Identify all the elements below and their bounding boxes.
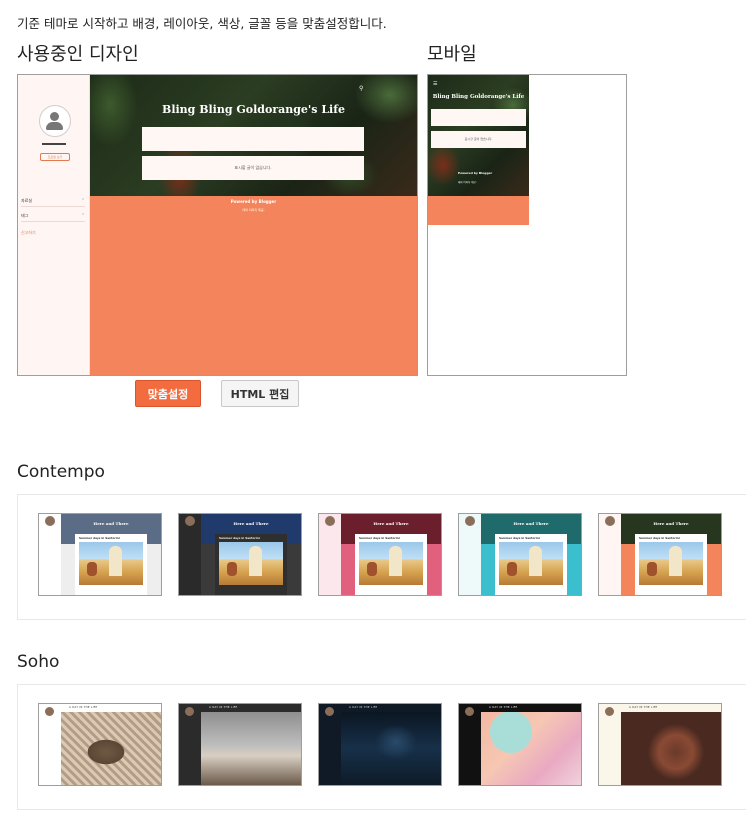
- thumb-blog-title: Here and There: [233, 521, 269, 526]
- sidebar-item-archive: 자료실 ˅: [21, 196, 85, 207]
- mobile-heading: 모바일: [427, 44, 477, 65]
- avatar: [465, 707, 474, 716]
- contempo-heading: Contempo: [17, 462, 105, 482]
- edit-html-button[interactable]: HTML 편집: [221, 380, 299, 407]
- thumb-sidebar: [319, 514, 341, 595]
- thumb-post-image: [201, 712, 301, 785]
- soho-theme-thumbnail[interactable]: A DAY IN THE LIFE: [38, 703, 162, 786]
- contempo-theme-thumbnail[interactable]: Here and There Summer days in Santorini: [318, 513, 442, 596]
- mobile-empty-post-message: 표시할 글이 없습니다.: [431, 131, 526, 148]
- thumb-blog-title: Here and There: [653, 521, 689, 526]
- chevron-down-icon: ˅: [82, 213, 84, 218]
- soho-theme-thumbnail[interactable]: A DAY IN THE LIFE: [458, 703, 582, 786]
- avatar: [45, 516, 55, 526]
- thumb-blog-title: Here and There: [93, 521, 129, 526]
- thumb-sidebar: [459, 514, 481, 595]
- thumb-post-image: [621, 712, 721, 785]
- thumb-post-image: [219, 542, 283, 585]
- avatar: [325, 707, 334, 716]
- thumb-post-image: [481, 712, 581, 785]
- contempo-theme-row: Here and There Summer days in Santorini He…: [17, 494, 746, 620]
- soho-theme-row: A DAY IN THE LIFE A DAY IN THE LIFE A DAY …: [17, 684, 746, 810]
- thumb-post-title: Summer days in Santorini: [639, 536, 680, 540]
- thumb-blog-name: A DAY IN THE LIFE: [629, 706, 658, 709]
- sidebar-item-label: 태그: [21, 213, 29, 218]
- thumb-sidebar: [599, 514, 621, 595]
- sidebar-item-label: 자료실: [21, 198, 33, 203]
- avatar: [45, 707, 54, 716]
- thumb-post-image: [359, 542, 423, 585]
- avatar: [185, 707, 194, 716]
- current-design-heading: 사용중인 디자인: [17, 44, 139, 65]
- thumb-post-title: Summer days in Santorini: [359, 536, 400, 540]
- soho-heading: Soho: [17, 652, 60, 672]
- contempo-theme-thumbnail[interactable]: Here and There Summer days in Santorini: [38, 513, 162, 596]
- contempo-theme-thumbnail[interactable]: Here and There Summer days in Santorini: [598, 513, 722, 596]
- profile-button: 프로필 보기: [40, 153, 70, 161]
- thumb-blog-name: A DAY IN THE LIFE: [489, 706, 518, 709]
- menu-icon: ☰: [433, 81, 438, 87]
- soho-theme-thumbnail[interactable]: A DAY IN THE LIFE: [178, 703, 302, 786]
- thumb-post-image: [499, 542, 563, 585]
- thumb-blog-name: A DAY IN THE LIFE: [69, 706, 98, 709]
- thumb-post-title: Summer days in Santorini: [219, 536, 260, 540]
- mobile-preview[interactable]: ☰ Bling Bling Goldorange's Life 표시할 글이 없…: [427, 74, 627, 376]
- avatar: [605, 707, 614, 716]
- customize-button[interactable]: 맞춤설정: [135, 380, 201, 407]
- avatar: [465, 516, 475, 526]
- thumb-post-image: [341, 712, 441, 785]
- thumb-blog-title: Here and There: [373, 521, 409, 526]
- footer-credit: 테마 이미지 제공:: [242, 208, 265, 212]
- thumb-sidebar: [179, 704, 201, 785]
- thumb-sidebar: [599, 704, 621, 785]
- desktop-preview[interactable]: 프로필 보기 자료실 ˅ 태그 ˅ 신고하기 Bling Bling Goldo…: [17, 74, 418, 376]
- preview-sidebar: 프로필 보기 자료실 ˅ 태그 ˅ 신고하기: [18, 75, 90, 375]
- thumb-blog-name: A DAY IN THE LIFE: [349, 706, 378, 709]
- thumb-post-title: Summer days in Santorini: [499, 536, 540, 540]
- thumb-sidebar: [39, 514, 61, 595]
- mobile-blog-title: Bling Bling Goldorange's Life: [432, 94, 525, 100]
- profile-name: [42, 143, 66, 145]
- mobile-body: [428, 196, 529, 225]
- avatar: [605, 516, 615, 526]
- thumb-post-image: [639, 542, 703, 585]
- contempo-theme-thumbnail[interactable]: Here and There Summer days in Santorini: [178, 513, 302, 596]
- thumb-post-image: [61, 712, 161, 785]
- thumb-blog-name: A DAY IN THE LIFE: [209, 706, 238, 709]
- intro-text: 기준 테마로 시작하고 배경, 레이아웃, 색상, 글꼴 등을 맞춤설정합니다.: [17, 16, 387, 31]
- empty-post-message: 표시할 글이 없습니다.: [142, 156, 364, 180]
- soho-theme-thumbnail[interactable]: A DAY IN THE LIFE: [598, 703, 722, 786]
- powered-by-blogger: Powered by Blogger: [230, 199, 277, 204]
- thumb-post-title: Summer days in Santorini: [79, 536, 120, 540]
- avatar: [325, 516, 335, 526]
- preview-body: [90, 196, 417, 375]
- avatar: [185, 516, 195, 526]
- thumb-post-image: [79, 542, 143, 585]
- thumb-sidebar: [459, 704, 481, 785]
- mobile-post-placeholder: [431, 109, 526, 126]
- post-placeholder: [142, 127, 364, 151]
- thumb-sidebar: [179, 514, 201, 595]
- thumb-sidebar: [319, 704, 341, 785]
- mobile-footer-credit: 테마 이미지 제공:: [458, 181, 477, 184]
- mobile-powered-by: Powered by Blogger: [458, 171, 493, 175]
- contempo-theme-thumbnail[interactable]: Here and There Summer days in Santorini: [458, 513, 582, 596]
- avatar-icon: [39, 105, 71, 137]
- thumb-blog-title: Here and There: [513, 521, 549, 526]
- search-icon: ⚲: [359, 85, 364, 92]
- sidebar-item-tags: 태그 ˅: [21, 211, 85, 222]
- thumb-sidebar: [39, 704, 61, 785]
- blog-title: Bling Bling Goldorange's Life: [162, 103, 345, 116]
- report-link: 신고하기: [21, 230, 36, 235]
- soho-theme-thumbnail[interactable]: A DAY IN THE LIFE: [318, 703, 442, 786]
- chevron-down-icon: ˅: [82, 198, 84, 203]
